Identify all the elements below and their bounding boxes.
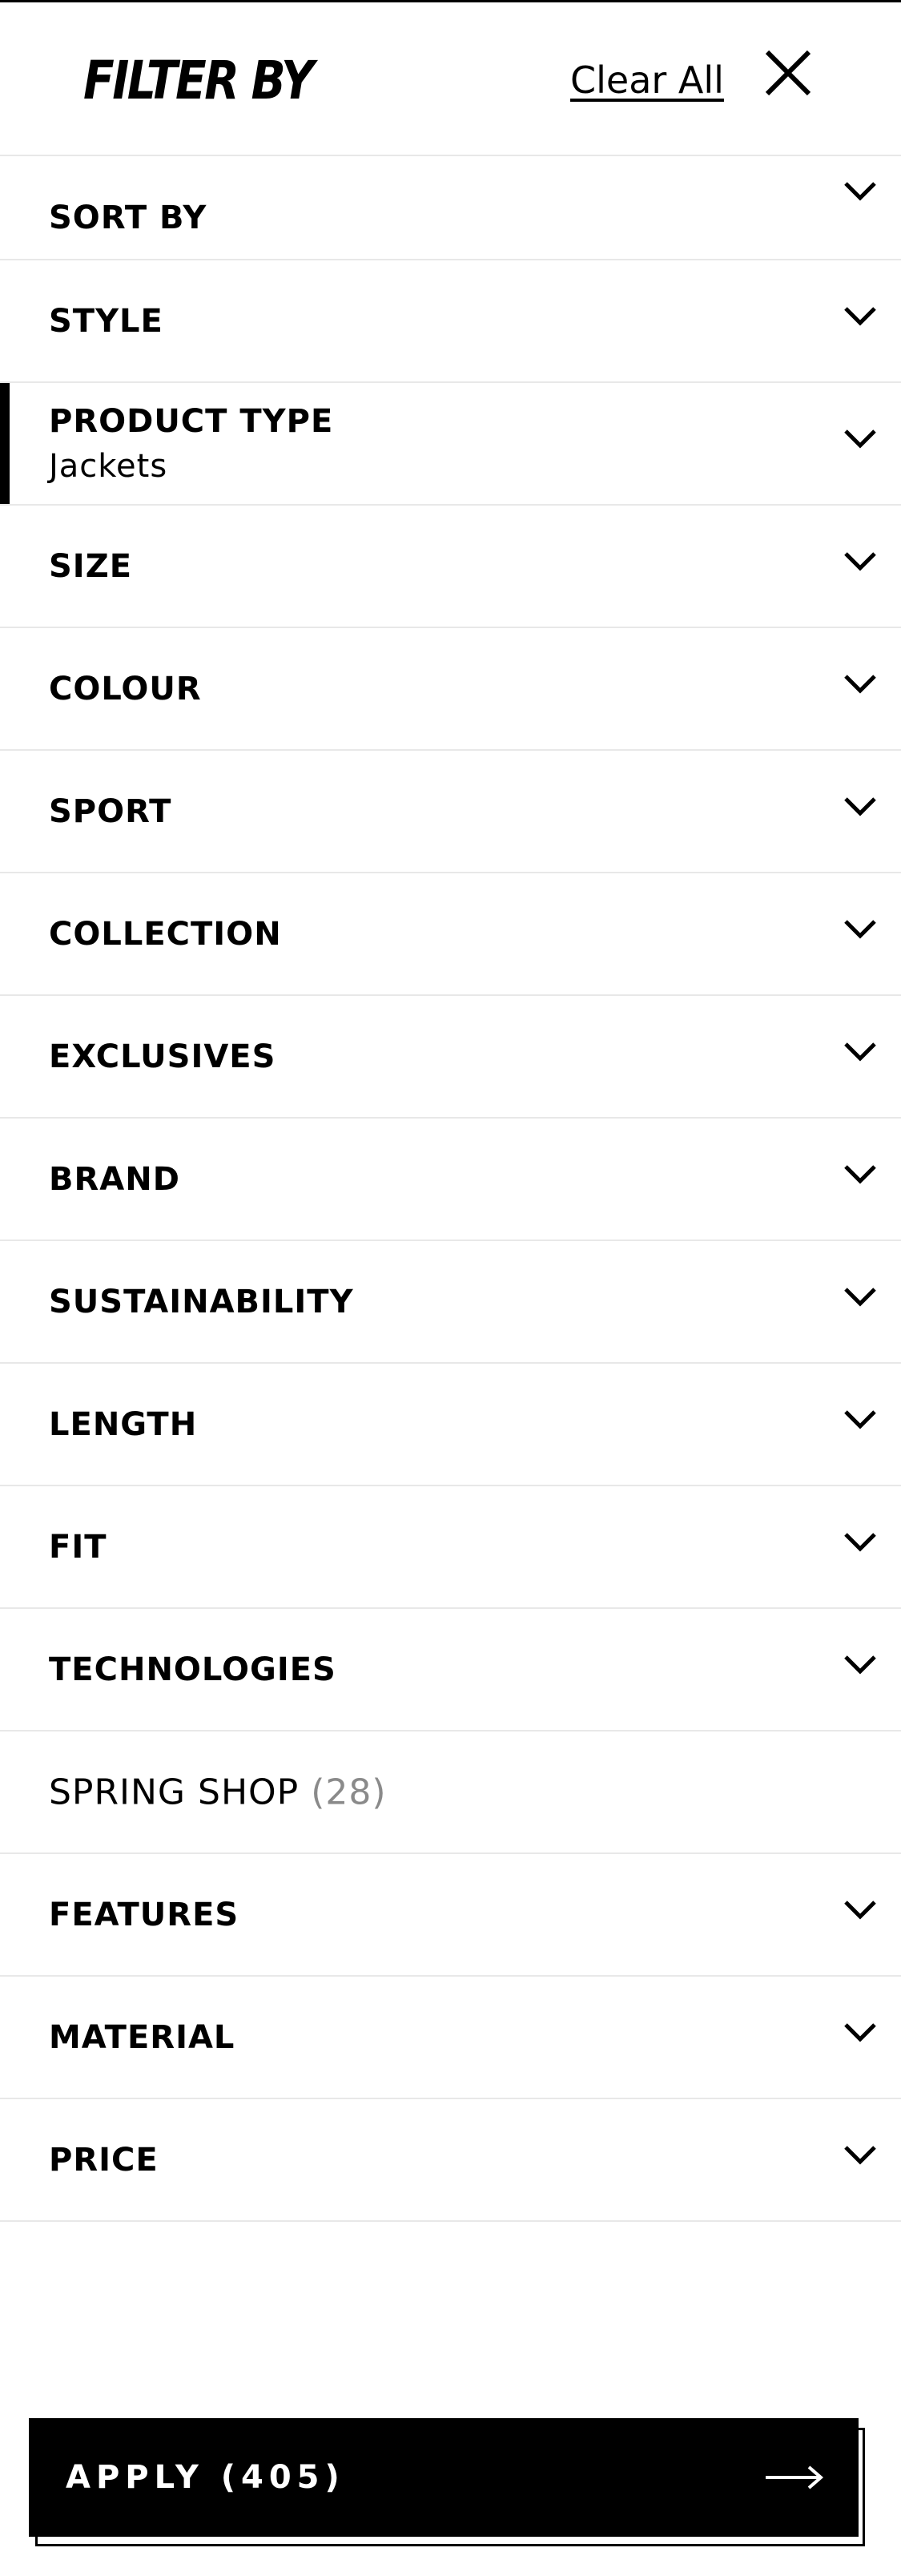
page-title: FILTER BY [83, 50, 314, 111]
chevron-down-icon [844, 2145, 876, 2165]
chevron-down-icon [844, 1287, 876, 1307]
active-indicator [0, 383, 10, 504]
apply-button[interactable]: APPLY (405) [29, 2418, 859, 2537]
filter-label: MATERIAL [49, 2018, 235, 2056]
filter-label: SUSTAINABILITY [49, 1283, 354, 1320]
filter-size[interactable]: SIZE [0, 506, 901, 628]
filter-header: FILTER BY Clear All [0, 2, 901, 156]
chevron-down-icon [844, 306, 876, 326]
filter-features[interactable]: FEATURES [0, 1854, 901, 1977]
filter-style[interactable]: STYLE [0, 260, 901, 383]
filter-material[interactable]: MATERIAL [0, 1977, 901, 2099]
filter-price[interactable]: PRICE [0, 2099, 901, 2222]
filter-brand[interactable]: BRAND [0, 1119, 901, 1241]
filter-length[interactable]: LENGTH [0, 1364, 901, 1486]
chevron-down-icon [844, 1164, 876, 1184]
filter-label: COLOUR [49, 670, 202, 707]
filter-technologies[interactable]: TECHNOLOGIES [0, 1609, 901, 1731]
filter-colour[interactable]: COLOUR [0, 628, 901, 751]
filter-selected-value: Jackets [49, 448, 168, 485]
filter-sustainability[interactable]: SUSTAINABILITY [0, 1241, 901, 1364]
filter-label: FIT [49, 1528, 107, 1566]
filter-label: SORT BY [49, 200, 207, 236]
filter-spring-shop[interactable]: SPRING SHOP (28) [0, 1731, 901, 1854]
filter-exclusives[interactable]: EXCLUSIVES [0, 996, 901, 1119]
apply-button-label: APPLY (405) [66, 2459, 345, 2496]
filter-label: BRAND [49, 1160, 180, 1198]
chevron-down-icon [844, 182, 876, 201]
chevron-down-icon [844, 674, 876, 694]
chevron-down-icon [844, 1655, 876, 1675]
filter-count: (28) [311, 1772, 387, 1812]
chevron-down-icon [844, 796, 876, 816]
filter-fit[interactable]: FIT [0, 1486, 901, 1609]
filter-label: SIZE [49, 547, 133, 585]
filter-label: PRICE [49, 2141, 159, 2179]
close-icon[interactable] [759, 44, 817, 102]
filter-label: COLLECTION [49, 915, 282, 953]
chevron-down-icon [844, 429, 876, 449]
filter-label: EXCLUSIVES [49, 1038, 276, 1075]
filter-label: FEATURES [49, 1896, 239, 1933]
filter-label: STYLE [49, 302, 163, 340]
filter-label: PRODUCT TYPE [49, 403, 334, 440]
filter-sort-by[interactable]: SORT BY [0, 156, 901, 260]
chevron-down-icon [844, 1900, 876, 1920]
filter-product-type[interactable]: PRODUCT TYPE Jackets [0, 383, 901, 506]
chevron-down-icon [844, 919, 876, 939]
filter-label: SPRING SHOP [49, 1772, 300, 1812]
filter-label: TECHNOLOGIES [49, 1651, 336, 1688]
chevron-down-icon [844, 1042, 876, 1062]
chevron-down-icon [844, 1532, 876, 1552]
filter-list: SORT BY STYLE PRODUCT TYPE Jackets SIZE … [0, 156, 901, 2222]
chevron-down-icon [844, 2022, 876, 2042]
arrow-right-icon [766, 2465, 824, 2489]
filter-sport[interactable]: SPORT [0, 751, 901, 873]
filter-link: SPRING SHOP (28) [49, 1772, 387, 1812]
filter-label: LENGTH [49, 1405, 198, 1443]
chevron-down-icon [844, 551, 876, 571]
clear-all-link[interactable]: Clear All [570, 54, 724, 107]
filter-label: SPORT [49, 792, 172, 830]
chevron-down-icon [844, 1409, 876, 1429]
filter-collection[interactable]: COLLECTION [0, 873, 901, 996]
